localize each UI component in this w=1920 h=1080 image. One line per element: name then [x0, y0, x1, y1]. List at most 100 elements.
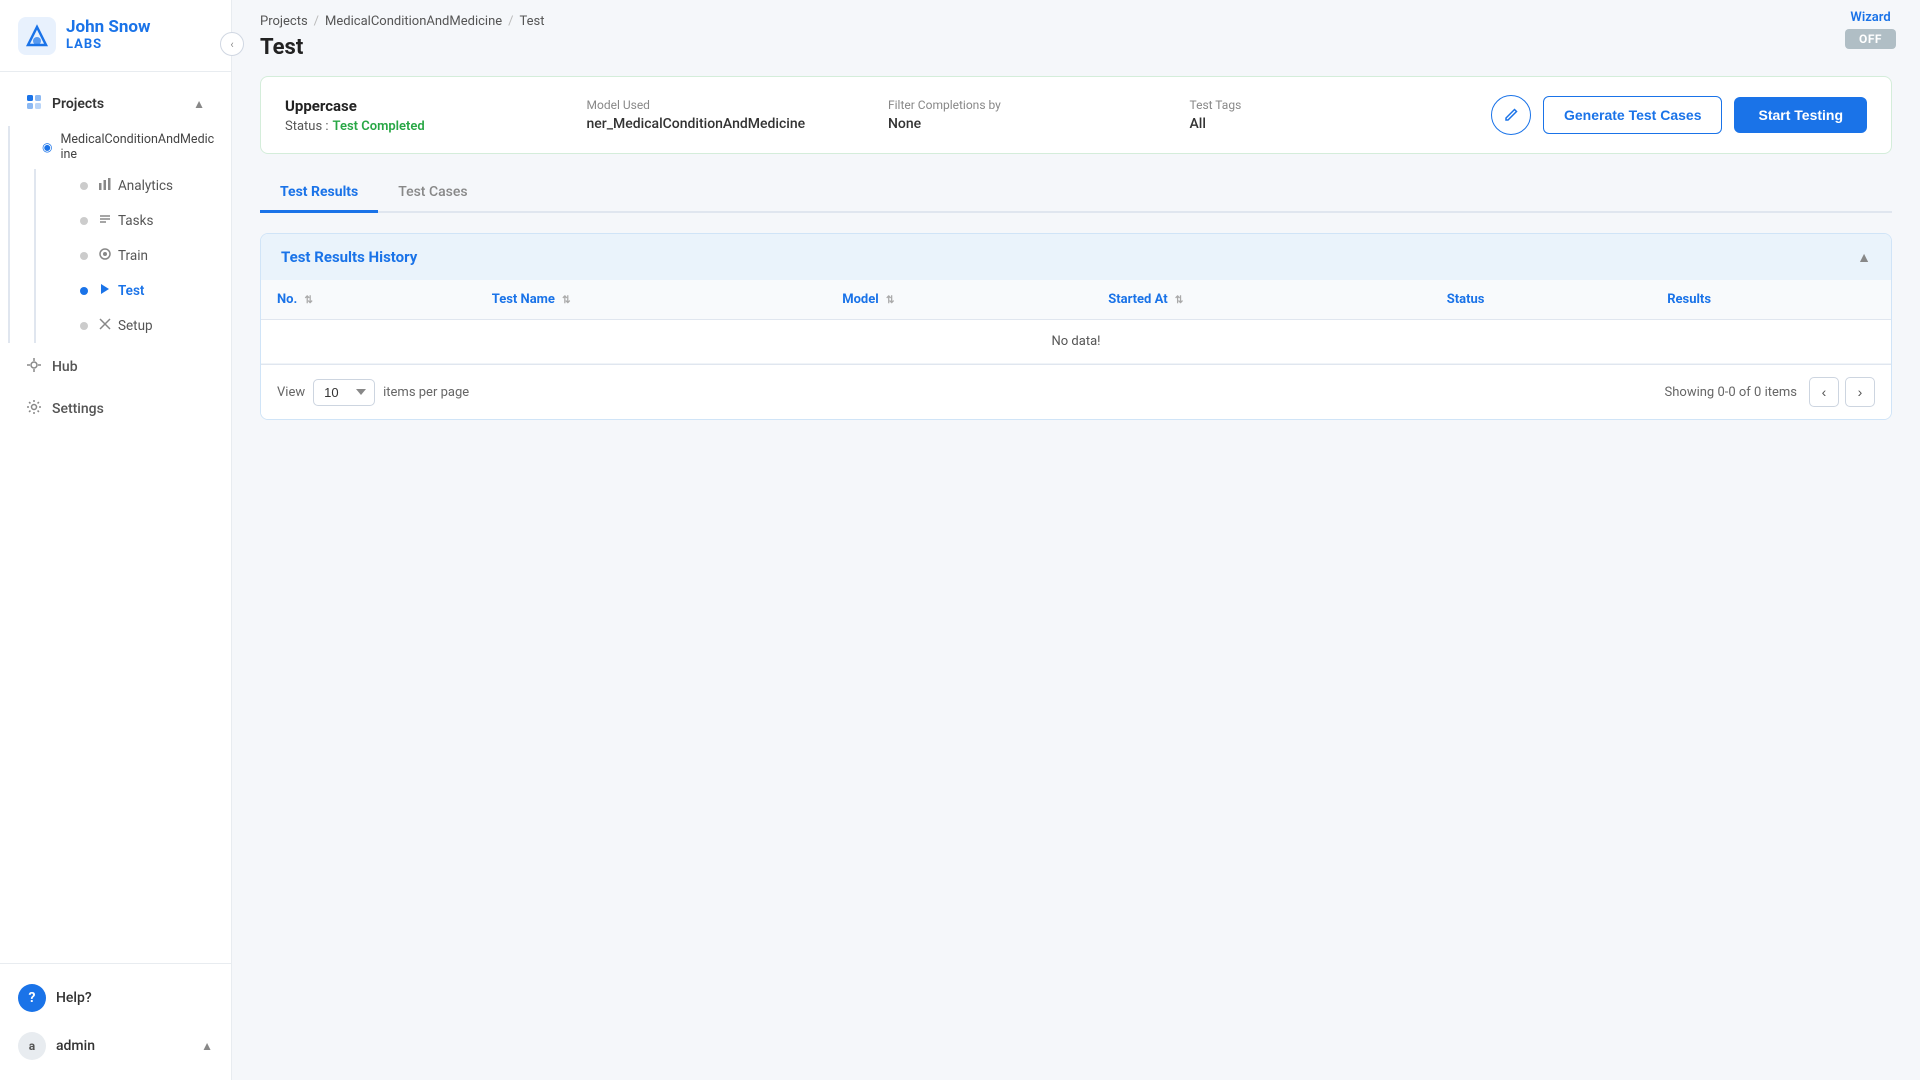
sidebar-item-setup[interactable]: Setup	[44, 309, 223, 343]
results-table: No. ⇅ Test Name ⇅ Model ⇅ Started At	[261, 280, 1891, 364]
sort-name-icon: ⇅	[562, 295, 570, 306]
train-dot	[80, 252, 88, 260]
breadcrumb-project-name[interactable]: MedicalConditionAndMedicine	[325, 14, 502, 29]
sort-model-icon: ⇅	[886, 295, 894, 306]
sidebar-item-test[interactable]: Test	[44, 274, 223, 308]
test-name-section: Uppercase Status : Test Completed	[285, 97, 587, 134]
col-status: Status	[1431, 280, 1651, 320]
col-results: Results	[1651, 280, 1891, 320]
no-data-cell: No data!	[261, 320, 1891, 364]
test-label: Test	[118, 283, 144, 299]
start-testing-button[interactable]: Start Testing	[1734, 97, 1867, 133]
col-no[interactable]: No. ⇅	[261, 280, 476, 320]
filter-label: Filter Completions by	[888, 98, 1190, 112]
per-page-select[interactable]: 10 25 50 100	[313, 379, 375, 406]
wizard-toggle[interactable]: OFF	[1845, 29, 1896, 49]
tags-section: Test Tags All	[1190, 98, 1492, 132]
wizard-label: Wizard	[1850, 10, 1890, 25]
content-area: Test Results History ▲ No. ⇅ Test Name ⇅	[232, 213, 1920, 1080]
projects-icon	[26, 94, 42, 114]
model-label: Model Used	[587, 98, 889, 112]
project-icon: ◉	[42, 140, 52, 154]
history-header: Test Results History ▲	[261, 234, 1891, 280]
tasks-icon	[98, 212, 112, 230]
sort-no-icon: ⇅	[305, 295, 313, 306]
sort-started-icon: ⇅	[1175, 295, 1183, 306]
sidebar-collapse-button[interactable]: ‹	[220, 32, 244, 56]
help-label: Help?	[56, 990, 92, 1006]
items-per-page-label: items per page	[383, 385, 469, 400]
admin-area[interactable]: a admin ▲	[0, 1022, 231, 1070]
projects-label: Projects	[52, 96, 193, 112]
breadcrumb: Projects / MedicalConditionAndMedicine /…	[232, 0, 1920, 29]
sidebar-item-tasks[interactable]: Tasks	[44, 204, 223, 238]
project-name[interactable]: ◉ MedicalConditionAndMedicine	[22, 126, 231, 168]
breadcrumb-sep-1: /	[314, 14, 319, 29]
analytics-label: Analytics	[118, 178, 173, 194]
history-card: Test Results History ▲ No. ⇅ Test Name ⇅	[260, 233, 1892, 420]
breadcrumb-current: Test	[520, 14, 545, 29]
admin-name: admin	[56, 1038, 201, 1054]
logo-area: John Snow LABS	[0, 0, 231, 72]
table-footer: View 10 25 50 100 items per page Showing…	[261, 364, 1891, 419]
prev-page-button[interactable]: ‹	[1809, 377, 1839, 407]
generate-test-cases-button[interactable]: Generate Test Cases	[1543, 96, 1722, 134]
admin-avatar: a	[18, 1032, 46, 1060]
help-icon: ?	[18, 984, 46, 1012]
status-badge: Test Completed	[333, 119, 425, 134]
test-dot	[80, 287, 88, 295]
status-area: Status : Test Completed	[285, 119, 587, 134]
logo-sub: LABS	[66, 38, 150, 53]
status-label: Status :	[285, 119, 329, 134]
help-item[interactable]: ? Help?	[0, 974, 231, 1022]
filter-section: Filter Completions by None	[888, 98, 1190, 132]
view-label: View	[277, 385, 305, 400]
setup-label: Setup	[118, 318, 153, 334]
tabs-area: Test Results Test Cases	[260, 174, 1892, 213]
sidebar-item-analytics[interactable]: Analytics	[44, 169, 223, 203]
col-model[interactable]: Model ⇅	[826, 280, 1092, 320]
analytics-dot	[80, 182, 88, 190]
col-test-name[interactable]: Test Name ⇅	[476, 280, 826, 320]
page-title-area: Test	[232, 29, 1920, 76]
admin-chevron-icon: ▲	[201, 1039, 213, 1053]
settings-label: Settings	[52, 401, 104, 417]
logo-icon	[18, 17, 56, 55]
showing-label: Showing 0-0 of 0 items	[1665, 385, 1797, 400]
history-title: Test Results History	[281, 248, 417, 266]
sidebar-item-settings[interactable]: Settings	[8, 389, 223, 429]
logo-text: John Snow LABS	[66, 18, 150, 52]
tags-value: All	[1190, 116, 1492, 132]
breadcrumb-sep-2: /	[508, 14, 513, 29]
tasks-label: Tasks	[118, 213, 153, 229]
tags-label: Test Tags	[1190, 98, 1492, 112]
sidebar-item-hub[interactable]: Hub	[8, 347, 223, 387]
projects-chevron-icon: ▲	[193, 97, 205, 111]
analytics-icon	[98, 177, 112, 195]
train-icon	[98, 247, 112, 265]
settings-icon	[26, 399, 42, 419]
breadcrumb-projects[interactable]: Projects	[260, 14, 308, 29]
project-name-label: MedicalConditionAndMedicine	[60, 132, 214, 162]
test-icon	[98, 282, 112, 300]
sidebar: John Snow LABS Projects ▲ ◉ MedicalCondi…	[0, 0, 232, 1080]
next-page-button[interactable]: ›	[1845, 377, 1875, 407]
tab-test-results[interactable]: Test Results	[260, 174, 378, 213]
sidebar-item-train[interactable]: Train	[44, 239, 223, 273]
page-title: Test	[260, 35, 1892, 60]
filter-value: None	[888, 116, 1190, 132]
main-content: Wizard OFF Projects / MedicalConditionAn…	[232, 0, 1920, 1080]
info-card: Uppercase Status : Test Completed Model …	[260, 76, 1892, 154]
sidebar-bottom: ? Help? a admin ▲	[0, 963, 231, 1080]
hub-icon	[26, 357, 42, 377]
history-collapse-icon[interactable]: ▲	[1857, 249, 1871, 266]
pagination-left: View 10 25 50 100 items per page	[277, 379, 469, 406]
sidebar-projects-header[interactable]: Projects ▲	[8, 84, 223, 124]
col-started-at[interactable]: Started At ⇅	[1092, 280, 1431, 320]
no-data-row: No data!	[261, 320, 1891, 364]
pagination-right: Showing 0-0 of 0 items ‹ ›	[1665, 377, 1875, 407]
setup-dot	[80, 322, 88, 330]
edit-button[interactable]	[1491, 95, 1531, 135]
tab-test-cases[interactable]: Test Cases	[378, 174, 487, 213]
pagination-buttons: ‹ ›	[1809, 377, 1875, 407]
